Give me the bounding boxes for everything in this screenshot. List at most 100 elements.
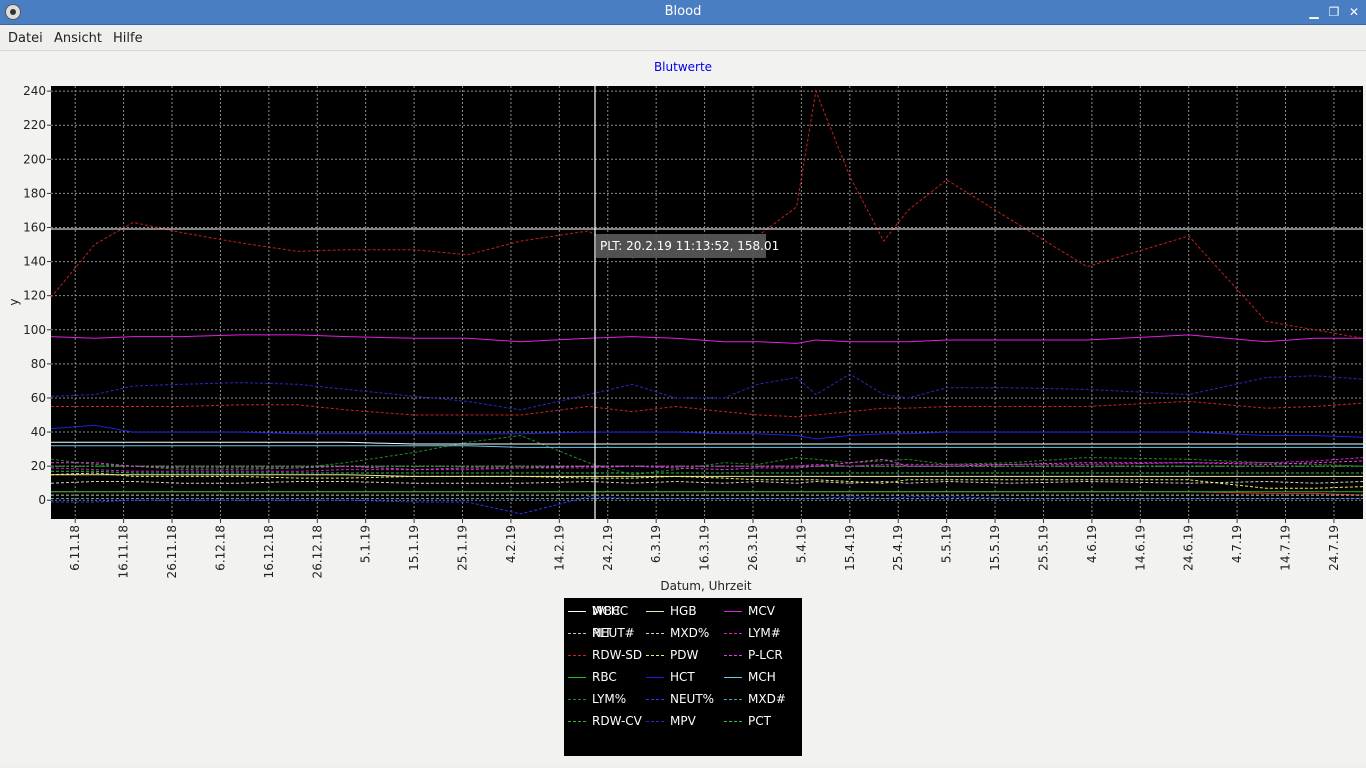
y-tick-label: 40	[31, 425, 46, 439]
legend-swatch	[568, 699, 586, 700]
x-tick-label: 6.3.19	[649, 525, 663, 563]
legend-item[interactable]: MXD%	[642, 623, 722, 643]
legend-item[interactable]: NEUT#	[564, 623, 644, 643]
tooltip-text: PLT: 20.2.19 11:13:52, 158.01	[600, 239, 779, 253]
legend-item[interactable]: RDW-CV	[564, 711, 644, 731]
legend-swatch	[724, 699, 742, 700]
x-tick-label: 14.6.19	[1133, 525, 1147, 571]
x-tick-label: 14.7.19	[1279, 525, 1293, 571]
legend-label: MXD%	[670, 626, 710, 640]
legend-item[interactable]: HCT	[642, 667, 722, 687]
y-tick-label: 120	[23, 289, 46, 303]
x-tick-label: 15.5.19	[988, 525, 1002, 571]
menu-view[interactable]: Ansicht	[54, 31, 102, 46]
legend-label: NEUT#	[592, 626, 635, 640]
menu-help[interactable]: Hilfe	[113, 31, 143, 46]
legend-label: LYM#	[748, 626, 781, 640]
legend-swatch	[568, 611, 586, 612]
window-title: Blood	[664, 4, 702, 19]
legend-label: PDW	[670, 648, 699, 662]
legend-item[interactable]: MXD#	[720, 689, 800, 709]
legend-item[interactable]: RDW-SD	[564, 645, 644, 665]
x-tick-label: 6.12.18	[213, 525, 227, 571]
legend-item[interactable]: LYM%	[564, 689, 644, 709]
y-tick-label: 100	[23, 323, 46, 337]
legend-item[interactable]: PCT	[720, 711, 800, 731]
legend-label: RDW-CV	[592, 714, 642, 728]
legend-label: RBC	[592, 670, 617, 684]
legend-label: RDW-SD	[592, 648, 643, 662]
legend-item[interactable]: PDW	[642, 645, 722, 665]
y-tick-label: 180	[23, 186, 46, 200]
legend-swatch	[646, 633, 664, 634]
x-tick-label: 14.2.19	[552, 525, 566, 571]
x-tick-label: 5.4.19	[794, 525, 808, 563]
legend-label: HGB	[670, 604, 697, 618]
x-tick-label: 25.4.19	[891, 525, 905, 571]
chart-title: Blutwerte	[654, 60, 712, 74]
menu-bar: Datei Ansicht Hilfe	[0, 25, 1366, 51]
x-tick-label: 24.2.19	[601, 525, 615, 571]
legend-swatch	[568, 655, 586, 656]
y-tick-label: 60	[31, 391, 46, 405]
minimize-icon[interactable]: ▁	[1306, 4, 1322, 20]
legend-item[interactable]: P-LCR	[720, 645, 800, 665]
legend-item[interactable]: MCH	[720, 667, 800, 687]
y-tick-label: 240	[23, 84, 46, 98]
x-tick-label: 4.2.19	[504, 525, 518, 563]
legend-item[interactable]: LYM#	[720, 623, 800, 643]
y-tick-label: 140	[23, 255, 46, 269]
legend-swatch	[724, 611, 742, 612]
x-tick-label: 6.11.18	[68, 525, 82, 571]
legend-label: LYM%	[592, 692, 627, 706]
x-axis-label: Datum, Uhrzeit	[660, 579, 752, 593]
legend-label: HCT	[670, 670, 695, 684]
legend-item[interactable]: MCHC	[564, 601, 644, 621]
legend-swatch	[724, 633, 742, 634]
legend-item[interactable]: RBC	[564, 667, 644, 687]
y-tick-label: 220	[23, 118, 46, 132]
legend-label: PCT	[748, 714, 771, 728]
maximize-icon[interactable]: ❐	[1326, 4, 1342, 20]
x-tick-label: 15.4.19	[843, 525, 857, 571]
x-tick-label: 26.11.18	[165, 525, 179, 578]
y-tick-label: 200	[23, 152, 46, 166]
x-tick-label: 5.1.19	[359, 525, 373, 563]
y-tick-label: 20	[31, 459, 46, 473]
legend-swatch	[646, 677, 664, 678]
legend-swatch	[724, 655, 742, 656]
legend-item[interactable]: MCV	[720, 601, 800, 621]
y-tick-label: 80	[31, 357, 46, 371]
x-tick-label: 25.5.19	[1036, 525, 1050, 571]
x-tick-label: 16.3.19	[698, 525, 712, 571]
plot-background[interactable]	[51, 86, 1363, 519]
legend-swatch	[646, 611, 664, 612]
title-bar[interactable]: Blood ▁ ❐ ✕	[0, 0, 1366, 25]
x-tick-label: 4.6.19	[1085, 525, 1099, 563]
x-tick-label: 24.7.19	[1327, 525, 1341, 571]
close-icon[interactable]: ✕	[1346, 4, 1362, 20]
x-tick-label: 16.12.18	[262, 525, 276, 578]
legend-swatch	[568, 677, 586, 678]
legend-swatch	[646, 655, 664, 656]
x-tick-label: 4.7.19	[1230, 525, 1244, 563]
y-axis-ticks: 0 20 40 60 80 100 120 140 160 180 200 220 240	[23, 84, 51, 507]
y-tick-label: 160	[23, 220, 46, 234]
x-axis-ticks: 6.11.18 16.11.18 26.11.18 6.12.18 16.12.18 26…	[68, 519, 1341, 578]
legend-item[interactable]: NEUT%	[642, 689, 722, 709]
legend-label: MPV	[670, 714, 696, 728]
legend-item[interactable]: HGB	[642, 601, 722, 621]
x-tick-label: 24.6.19	[1182, 525, 1196, 571]
legend-swatch	[646, 699, 664, 700]
x-tick-label: 15.1.19	[407, 525, 421, 571]
x-tick-label: 26.3.19	[746, 525, 760, 571]
legend-swatch	[724, 721, 742, 722]
legend-swatch	[568, 721, 586, 722]
legend-label: MCHC	[592, 604, 629, 618]
menu-file[interactable]: Datei	[8, 31, 43, 46]
x-tick-label: 26.12.18	[310, 525, 324, 578]
legend-swatch	[568, 633, 586, 634]
legend-label: MCH	[748, 670, 776, 684]
legend-item[interactable]: MPV	[642, 711, 722, 731]
legend-swatch	[646, 721, 664, 722]
